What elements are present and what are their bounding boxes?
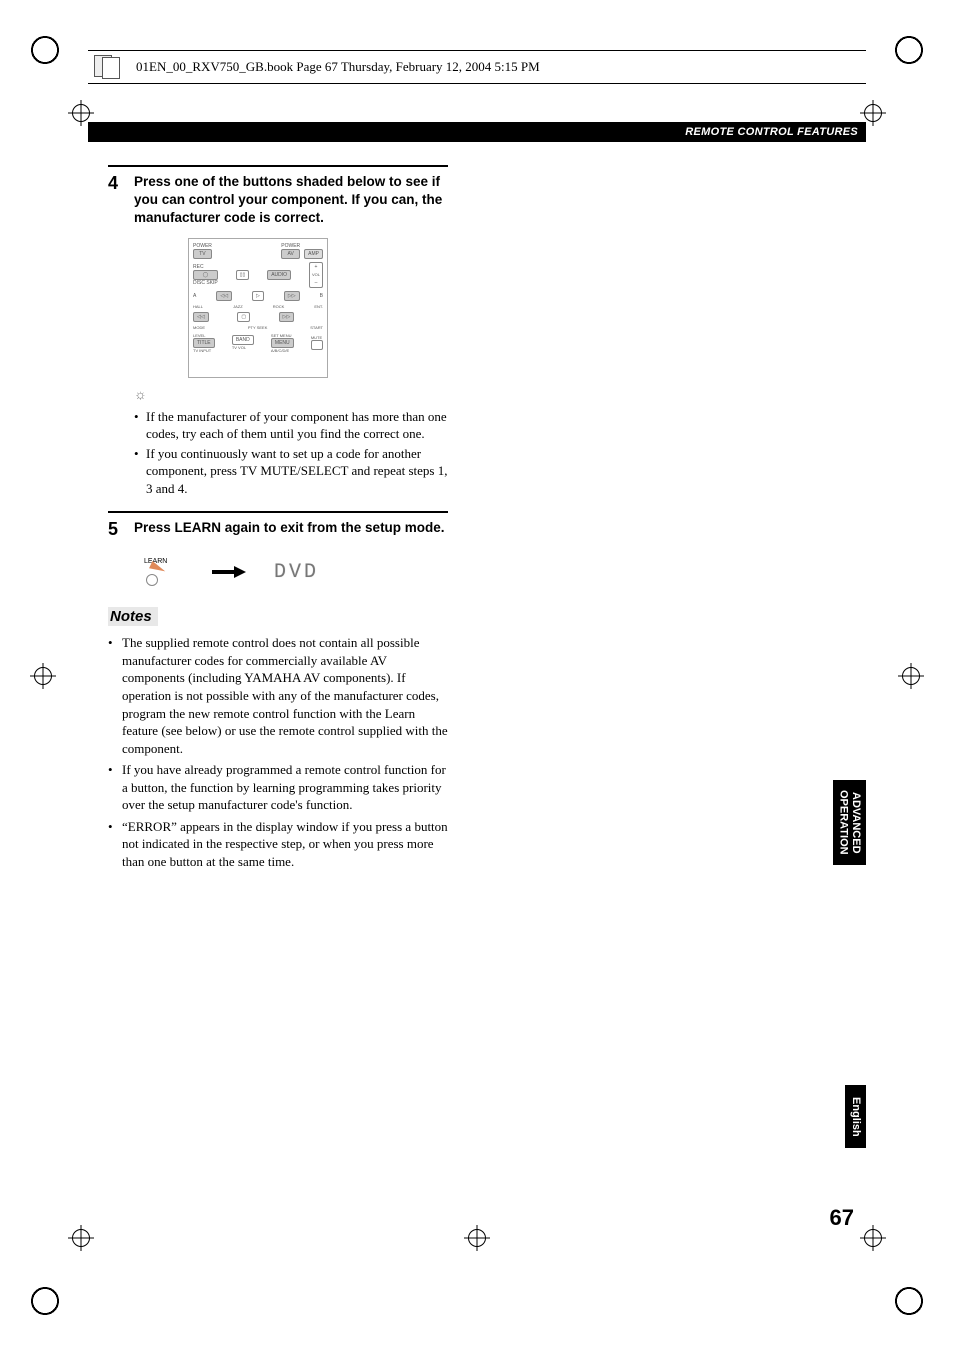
step-number: 4: [108, 173, 134, 228]
reg-mark: [894, 1286, 924, 1316]
note-item: “ERROR” appears in the display window if…: [108, 818, 448, 871]
remote-vol-plus: +: [315, 264, 318, 270]
step-text: Press one of the buttons shaded below to…: [134, 173, 448, 228]
reg-mark: [30, 35, 60, 65]
step-4: 4 Press one of the buttons shaded below …: [108, 165, 448, 497]
remote-btn-pause: ▯▯: [236, 270, 250, 280]
remote-btn-next: ▷▷: [279, 312, 295, 322]
remote-label: MUTE: [311, 335, 323, 340]
remote-label: MODE: [193, 325, 205, 330]
remote-label: START: [310, 325, 323, 330]
remote-btn-ff: ▷▷: [284, 291, 300, 301]
remote-btn-prev: ◁◁: [193, 312, 209, 322]
crop-mark: [860, 1225, 886, 1251]
remote-label: JAZZ: [233, 304, 243, 309]
crop-mark: [464, 1225, 490, 1251]
notes-heading: Notes: [108, 608, 448, 626]
display-readout: DVD: [274, 561, 319, 584]
remote-label: ENT.: [314, 304, 323, 309]
remote-label: A/B/C/D/E: [271, 348, 294, 353]
step-number: 5: [108, 519, 134, 540]
remote-btn-mute: [311, 340, 323, 350]
side-tabs: ADVANCED OPERATION English: [833, 780, 866, 1148]
learn-row: LEARN DVD: [144, 558, 448, 586]
remote-diagram: POWER TV POWER AV AMP REC ◯: [188, 238, 328, 378]
remote-label: B: [320, 293, 323, 299]
remote-vol-label: VOL: [312, 272, 320, 277]
section-banner: REMOTE CONTROL FEATURES: [88, 122, 866, 142]
side-tab-line: ADVANCED: [850, 792, 862, 854]
learn-icon: LEARN: [144, 558, 184, 586]
crop-mark: [898, 663, 924, 689]
side-tab-english: English: [845, 1085, 866, 1149]
remote-btn-av: AV: [281, 249, 300, 259]
note-item: If you have already programmed a remote …: [108, 761, 448, 814]
remote-label: ROCK: [273, 304, 285, 309]
tip-item: If the manufacturer of your component ha…: [134, 408, 448, 443]
crop-mark: [68, 1225, 94, 1251]
remote-label: DISC SKIP: [193, 280, 218, 286]
tip-item: If you continuously want to set up a cod…: [134, 445, 448, 498]
tip-icon: ☼: [134, 388, 448, 404]
reg-mark: [894, 35, 924, 65]
remote-btn-stop: ▢: [237, 312, 250, 322]
arrow-right-icon: [212, 566, 246, 578]
section-title: REMOTE CONTROL FEATURES: [685, 126, 858, 138]
remote-label: HALL: [193, 304, 203, 309]
crop-mark: [30, 663, 56, 689]
remote-btn-band: BAND: [232, 335, 254, 345]
side-tab-text: English: [850, 1097, 862, 1137]
file-icon: [92, 55, 126, 79]
remote-label: TV VOL: [232, 345, 254, 350]
remote-label: POWER: [193, 243, 212, 249]
note-item: The supplied remote control does not con…: [108, 634, 448, 757]
reg-mark: [30, 1286, 60, 1316]
file-info-text: 01EN_00_RXV750_GB.book Page 67 Thursday,…: [136, 59, 540, 75]
page-number: 67: [830, 1205, 854, 1231]
side-tab-advanced-operation: ADVANCED OPERATION: [833, 780, 866, 865]
remote-btn-tv: TV: [193, 249, 212, 259]
remote-label: LEVEL: [193, 333, 215, 338]
remote-btn-menu: MENU: [271, 338, 294, 348]
remote-label: POWER: [281, 243, 300, 249]
remote-btn-amp: AMP: [304, 249, 323, 259]
remote-btn-title: TITLE: [193, 338, 215, 348]
tips-list: If the manufacturer of your component ha…: [134, 408, 448, 498]
remote-btn-play: ▷: [252, 291, 264, 301]
remote-label: A: [193, 293, 196, 299]
step-text: Press LEARN again to exit from the setup…: [134, 519, 445, 540]
remote-label: SET MENU: [271, 333, 294, 338]
remote-vol-minus: –: [315, 280, 318, 286]
remote-btn-rec: ◯: [193, 270, 218, 280]
remote-label: TV INPUT: [193, 348, 215, 353]
notes-list: The supplied remote control does not con…: [108, 634, 448, 870]
remote-label: REC: [193, 264, 218, 270]
remote-btn-rew: ◁◁: [216, 291, 232, 301]
remote-label: PTY SEEK: [248, 325, 268, 330]
remote-btn-audio: AUDIO: [267, 270, 291, 280]
notes-heading-text: Notes: [108, 607, 158, 626]
remote-vol: + VOL –: [309, 262, 323, 288]
main-column: 4 Press one of the buttons shaded below …: [108, 165, 448, 875]
file-info-bar: 01EN_00_RXV750_GB.book Page 67 Thursday,…: [88, 50, 866, 84]
step-5: 5 Press LEARN again to exit from the set…: [108, 511, 448, 586]
side-tab-line: OPERATION: [837, 790, 849, 855]
